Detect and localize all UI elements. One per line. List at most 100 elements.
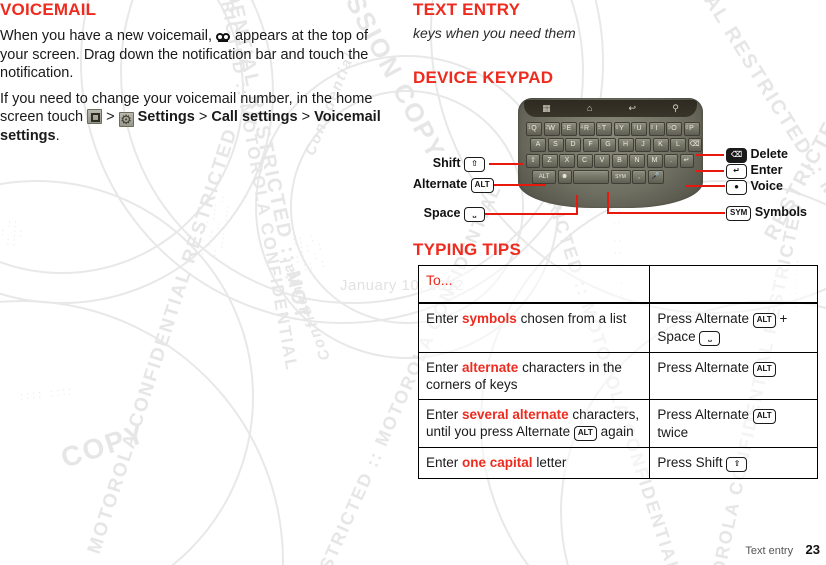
key-d[interactable]: D [565,138,581,152]
tip-press-cell: Press Alternate ALT + Space ⎵ [649,302,818,353]
phone-nav-bar: ▦ ⌂ ↩ ⚲ [524,100,697,117]
callout-shift-label: Shift [432,156,461,170]
key-u[interactable]: 7U [631,122,647,136]
leader-line-alternate [486,184,546,186]
symbols-key[interactable]: SYM [610,170,631,184]
key-y[interactable]: 6Y [613,122,630,136]
alt-icon: ALT [752,313,776,328]
enter-icon: ↵ [726,164,747,179]
typing-tips-table: To... Enter symbols chosen from a list P… [417,265,818,479]
key-h[interactable]: H [617,138,634,152]
key-s[interactable]: S [547,138,564,152]
table-row: Enter alternate characters in the corner… [417,352,818,400]
back-icon: ↩ [628,103,637,113]
key-e[interactable]: 3E [561,122,577,136]
tip-action-cell: Enter one capital letter [417,447,651,479]
leader-line-voice [685,185,725,187]
microphone-icon: ● [726,180,747,195]
alt-icon: ALT [752,409,776,424]
key-k[interactable]: K [652,138,669,152]
key-j[interactable]: J [635,138,651,152]
key-p[interactable]: 0P [683,122,700,136]
voicemail-heading: VOICEMAIL [0,0,97,19]
phone-keypad-image: ▦ ⌂ ↩ ⚲ 1Q 2W 3E 4R 5T 6Y 7U 8I 9O 0P A … [518,98,703,208]
key-r[interactable]: 4R [578,122,595,136]
page-number: 23 [805,542,820,557]
key-f[interactable]: F [582,138,599,152]
key-b[interactable]: B [611,154,628,168]
delete-icon: ⌫ [726,148,747,163]
voicemail-paragraph-2: If you need to change your voicemail num… [0,90,400,146]
callout-space-label: Space [423,206,461,220]
keypad-row-3: ⇧ Z X C V B N M . ↵ [526,154,694,168]
right-column: TEXT ENTRY keys when you need them DEVIC… [413,0,826,479]
keypad-row-1: 1Q 2W 3E 4R 5T 6Y 7U 8I 9O 0P [526,122,700,136]
callout-enter-label: Enter [750,163,783,177]
device-keypad-figure: ▦ ⌂ ↩ ⚲ 1Q 2W 3E 4R 5T 6Y 7U 8I 9O 0P A … [413,95,826,230]
key-l[interactable]: L [670,138,686,152]
key-z[interactable]: Z [541,154,558,168]
alt-icon: ALT [752,362,776,377]
gear-icon: ⚙ [118,112,134,127]
table-header-press [649,265,818,304]
period: . [55,128,60,144]
leader-line-shift [489,163,523,165]
text-entry-heading: TEXT ENTRY [413,0,521,19]
tip-action-cell: Enter symbols chosen from a list [417,302,651,353]
emoji-key[interactable]: ☻ [557,170,572,184]
table-header-to: To... [417,265,651,304]
leader-line-delete [696,154,724,156]
tip-action-cell: Enter several alternate characters, unti… [417,399,651,448]
leader-line-space-v [576,195,578,213]
space-icon: ⎵ [699,331,721,346]
voicemail-paragraph-1: When you have a new voicemail, appears a… [0,27,400,83]
left-column: VOICEMAIL When you have a new voicemail,… [0,0,400,146]
key-v[interactable]: V [594,154,610,168]
menu-grid-icon: ▦ [542,103,551,113]
key-i[interactable]: 8I [648,122,665,136]
period-key[interactable]: . [664,154,678,168]
key-o[interactable]: 9O [666,122,682,136]
alt-icon: ALT [470,178,494,193]
comma-key[interactable]: , [632,170,646,184]
tip-press-cell: Press Alternate ALT [649,352,818,400]
leader-line-space [483,213,578,215]
voicemail-icon [216,31,231,43]
key-w[interactable]: 2W [543,122,560,136]
key-n[interactable]: N [629,154,645,168]
table-header-row: To... [417,265,818,304]
voicemail-para1-text-a: When you have a new voicemail, [0,28,212,44]
tip-action-cell: Enter alternate characters in the corner… [417,352,651,400]
key-m[interactable]: M [646,154,663,168]
separator-chevron: > [301,109,311,125]
key-x[interactable]: X [559,154,575,168]
call-settings-label: Call settings [211,109,298,125]
callout-enter: ↵ Enter [726,163,782,179]
delete-key[interactable]: ⌫ [687,138,702,152]
shift-icon: ⇧ [726,457,748,472]
callout-space: Space ⎵ [413,206,485,222]
shift-icon: ⇧ [464,157,485,172]
search-icon: ⚲ [672,103,679,113]
tip-press-cell: Press Shift ⇧ [649,447,818,479]
page-footer: Text entry 23 [0,541,826,559]
key-c[interactable]: C [576,154,593,168]
tip-press-cell: Press Alternate ALT twice [649,399,818,448]
callout-delete-label: Delete [750,147,789,161]
enter-key[interactable]: ↵ [679,154,694,168]
table-row: Enter several alternate characters, unti… [417,399,818,448]
table-row: Enter one capital letter Press Shift ⇧ [417,447,818,479]
shift-key[interactable]: ⇧ [526,154,540,168]
key-a[interactable]: A [530,138,546,152]
text-entry-subtitle: keys when you need them [413,25,576,41]
key-g[interactable]: G [600,138,616,152]
space-key[interactable] [573,170,609,184]
settings-label: Settings [137,109,195,125]
alternate-key[interactable]: ALT [532,170,556,184]
voice-key[interactable]: 🎤 [647,170,664,184]
key-q[interactable]: 1Q [526,122,542,136]
leader-line-symbols [607,212,725,214]
callout-symbols-label: Symbols [754,205,807,219]
home-icon: ⌂ [586,103,593,113]
key-t[interactable]: 5T [596,122,612,136]
